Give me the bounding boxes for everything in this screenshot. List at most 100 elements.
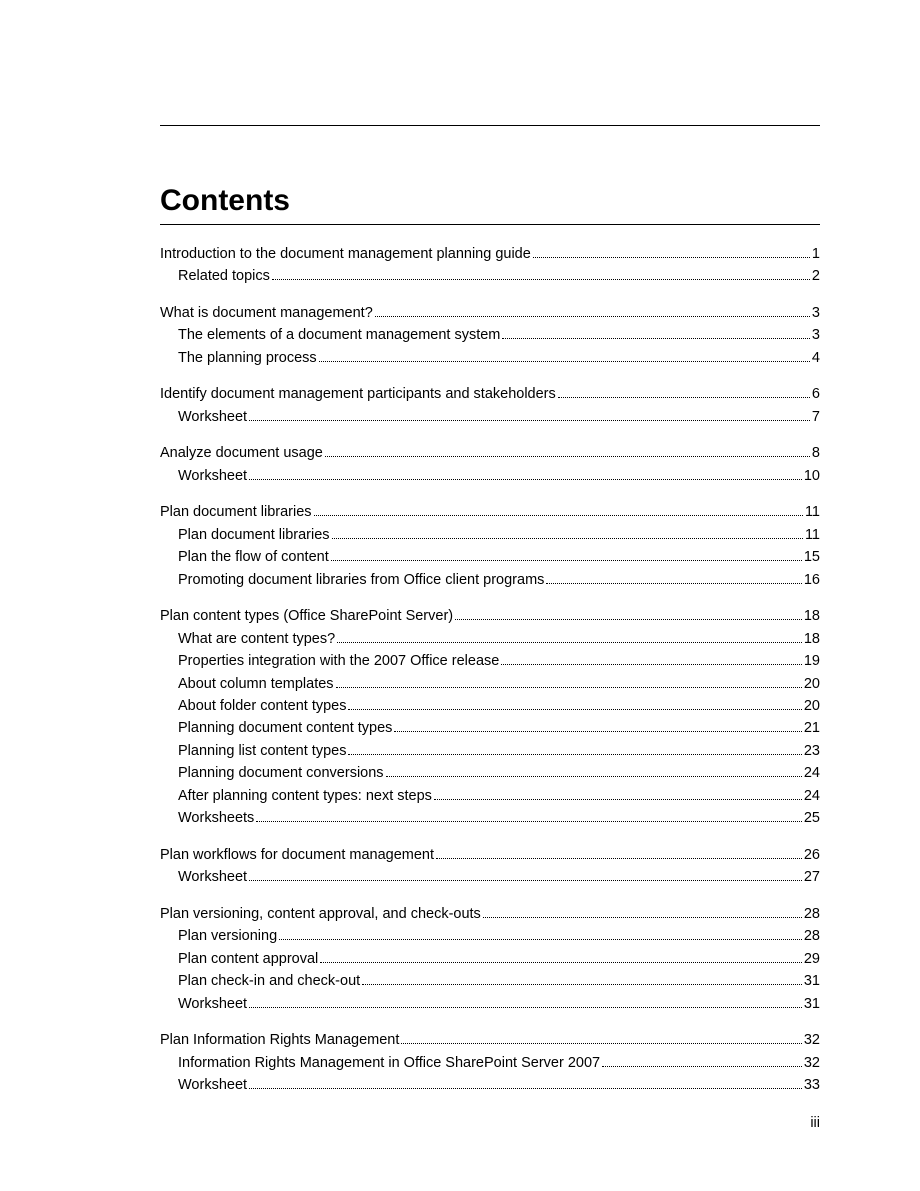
toc-entry-title: Planning list content types bbox=[178, 740, 346, 762]
toc-entry-title: After planning content types: next steps bbox=[178, 785, 432, 807]
toc-entry: Plan the flow of content 15 bbox=[160, 546, 820, 568]
toc-leader-dots bbox=[375, 316, 810, 317]
toc-entry: What is document management? 3 bbox=[160, 302, 820, 324]
toc-entry-page: 19 bbox=[804, 650, 820, 672]
toc-entry: Planning document content types21 bbox=[160, 717, 820, 739]
toc-leader-dots bbox=[249, 479, 802, 480]
toc-leader-dots bbox=[249, 420, 810, 421]
toc-entry-page: 4 bbox=[812, 347, 820, 369]
toc-leader-dots bbox=[249, 880, 802, 881]
toc-entry-page: 33 bbox=[804, 1074, 820, 1096]
toc-leader-dots bbox=[337, 642, 802, 643]
toc-entry-page: 20 bbox=[804, 695, 820, 717]
toc-entry-title: Plan document libraries bbox=[160, 501, 312, 523]
toc-entry: About column templates20 bbox=[160, 673, 820, 695]
toc-leader-dots bbox=[348, 709, 801, 710]
toc-entry: What are content types?18 bbox=[160, 628, 820, 650]
toc-entry-page: 28 bbox=[804, 925, 820, 947]
toc-entry-title: Properties integration with the 2007 Off… bbox=[178, 650, 499, 672]
toc-leader-dots bbox=[332, 538, 803, 539]
toc-entry-title: Worksheet bbox=[178, 866, 247, 888]
toc-entry: About folder content types 20 bbox=[160, 695, 820, 717]
toc-leader-dots bbox=[319, 361, 810, 362]
toc-entry-title: Plan document libraries bbox=[178, 524, 330, 546]
toc-entry-title: Plan content approval bbox=[178, 948, 318, 970]
toc-entry-page: 11 bbox=[805, 501, 820, 523]
toc-section: Plan content types (Office SharePoint Se… bbox=[160, 605, 820, 830]
toc-entry-page: 26 bbox=[804, 844, 820, 866]
toc-leader-dots bbox=[546, 583, 801, 584]
toc-section: Plan workflows for document management 26… bbox=[160, 844, 820, 889]
top-horizontal-rule bbox=[160, 125, 820, 126]
toc-entry-title: Worksheet bbox=[178, 406, 247, 428]
toc-entry-title: About column templates bbox=[178, 673, 334, 695]
toc-entry-page: 18 bbox=[804, 605, 820, 627]
toc-entry: Plan versioning, content approval, and c… bbox=[160, 903, 820, 925]
toc-entry: Related topics 2 bbox=[160, 265, 820, 287]
toc-section: Introduction to the document management … bbox=[160, 243, 820, 288]
toc-entry-page: 10 bbox=[804, 465, 820, 487]
toc-entry-page: 8 bbox=[812, 442, 820, 464]
toc-entry: Worksheets25 bbox=[160, 807, 820, 829]
toc-entry: Information Rights Management in Office … bbox=[160, 1052, 820, 1074]
toc-entry: Plan versioning 28 bbox=[160, 925, 820, 947]
toc-section: What is document management?3The element… bbox=[160, 302, 820, 369]
toc-entry-title: The planning process bbox=[178, 347, 317, 369]
toc-entry-title: What is document management? bbox=[160, 302, 373, 324]
toc-entry: Promoting document libraries from Office… bbox=[160, 569, 820, 591]
toc-entry-title: About folder content types bbox=[178, 695, 346, 717]
toc-entry-title: Worksheet bbox=[178, 1074, 247, 1096]
toc-entry: Introduction to the document management … bbox=[160, 243, 820, 265]
toc-entry-page: 25 bbox=[804, 807, 820, 829]
toc-section: Plan Information Rights Management 32 Info… bbox=[160, 1029, 820, 1096]
toc-entry-title: Related topics bbox=[178, 265, 270, 287]
toc-entry-page: 16 bbox=[804, 569, 820, 591]
toc-entry-page: 24 bbox=[804, 785, 820, 807]
toc-entry: Plan content approval 29 bbox=[160, 948, 820, 970]
toc-section: Analyze document usage 8 Worksheet 10 bbox=[160, 442, 820, 487]
toc-entry-title: Plan Information Rights Management bbox=[160, 1029, 399, 1051]
toc-leader-dots bbox=[386, 776, 802, 777]
toc-leader-dots bbox=[256, 821, 802, 822]
toc-entry: Plan workflows for document management 26 bbox=[160, 844, 820, 866]
toc-entry-page: 27 bbox=[804, 866, 820, 888]
toc-entry-title: Worksheet bbox=[178, 993, 247, 1015]
toc-entry-page: 15 bbox=[804, 546, 820, 568]
toc-entry-page: 3 bbox=[812, 302, 820, 324]
toc-leader-dots bbox=[331, 560, 802, 561]
toc-leader-dots bbox=[558, 397, 810, 398]
toc-leader-dots bbox=[501, 664, 802, 665]
toc-entry: Plan document libraries 11 bbox=[160, 524, 820, 546]
toc-entry-page: 18 bbox=[804, 628, 820, 650]
toc-entry-page: 31 bbox=[804, 970, 820, 992]
toc-entry-page: 3 bbox=[812, 324, 820, 346]
toc-entry-title: Analyze document usage bbox=[160, 442, 323, 464]
toc-entry-title: Worksheet bbox=[178, 465, 247, 487]
toc-leader-dots bbox=[314, 515, 803, 516]
toc-leader-dots bbox=[455, 619, 802, 620]
toc-entry-page: 29 bbox=[804, 948, 820, 970]
toc-entry-page: 11 bbox=[805, 524, 820, 546]
toc-entry-page: 1 bbox=[812, 243, 820, 265]
toc-entry-page: 21 bbox=[804, 717, 820, 739]
toc-entry-page: 32 bbox=[804, 1029, 820, 1051]
toc-entry-title: Plan the flow of content bbox=[178, 546, 329, 568]
toc-leader-dots bbox=[348, 754, 801, 755]
toc-entry-title: Plan workflows for document management bbox=[160, 844, 434, 866]
toc-entry-page: 2 bbox=[812, 265, 820, 287]
toc-leader-dots bbox=[272, 279, 810, 280]
page-container: Contents Introduction to the document ma… bbox=[0, 0, 920, 1170]
toc-entry: Plan check-in and check-out31 bbox=[160, 970, 820, 992]
toc-leader-dots bbox=[362, 984, 802, 985]
toc-entry-title: Plan versioning bbox=[178, 925, 277, 947]
toc-entry-page: 6 bbox=[812, 383, 820, 405]
toc-section: Identify document management participant… bbox=[160, 383, 820, 428]
contents-heading: Contents bbox=[160, 184, 820, 218]
toc-entry-page: 31 bbox=[804, 993, 820, 1015]
toc-entry: Analyze document usage 8 bbox=[160, 442, 820, 464]
toc-entry-title: Information Rights Management in Office … bbox=[178, 1052, 600, 1074]
toc-section: Plan versioning, content approval, and c… bbox=[160, 903, 820, 1015]
toc-section: Plan document libraries11Plan document l… bbox=[160, 501, 820, 591]
toc-leader-dots bbox=[502, 338, 810, 339]
toc-leader-dots bbox=[434, 799, 802, 800]
